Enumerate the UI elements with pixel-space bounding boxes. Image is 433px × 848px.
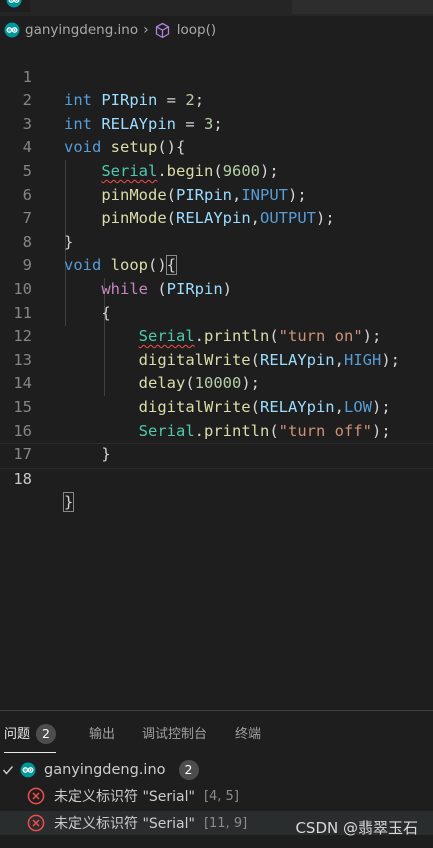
problem-message: 未定义标识符 "Serial" — [54, 789, 195, 805]
code-line[interactable]: 1 int PIRpin = 2; — [0, 42, 433, 110]
code-line[interactable]: 10 { — [0, 254, 433, 322]
tab-label: 输出 — [89, 727, 116, 742]
breadcrumb-file[interactable]: ganyingdeng.ino — [25, 22, 138, 38]
problem-count-badge: 2 — [178, 760, 199, 780]
error-circle-icon — [27, 814, 45, 832]
code-line[interactable]: 7 } — [0, 184, 433, 251]
code-line[interactable]: 9 while (PIRpin) — [0, 231, 433, 298]
problem-message: 未定义标识符 "Serial" — [54, 816, 195, 832]
check-chevron-icon[interactable] — [2, 764, 14, 776]
code-line[interactable]: 3 void setup(){ — [0, 89, 433, 157]
problem-file-name: ganyingdeng.ino — [44, 762, 166, 778]
method-cube-icon — [155, 22, 169, 38]
problem-item[interactable]: 未定义标识符 "Serial" [4, 5] — [0, 784, 433, 808]
arduino-icon — [20, 762, 36, 778]
problem-file-row[interactable]: ganyingdeng.ino 2 — [0, 758, 433, 782]
watermark: CSDN @翡翠玉石 — [295, 819, 418, 837]
arduino-icon — [6, 0, 22, 8]
code-line[interactable]: 6 pinMode(RELAYpin,OUTPUT); — [0, 160, 433, 228]
tab-label: 终端 — [235, 727, 262, 742]
tab-label: 调试控制台 — [142, 727, 208, 742]
error-circle-icon — [27, 787, 45, 805]
editor-tab[interactable] — [0, 0, 30, 12]
code-line[interactable]: 15 Serial.println("turn off"); — [0, 372, 433, 440]
code-line-current[interactable]: 18 } — [0, 443, 433, 513]
code-line[interactable]: 16 } — [0, 396, 433, 464]
problem-location: [11, 9] — [203, 815, 248, 831]
tab-terminal[interactable]: 终端 — [235, 721, 261, 749]
problem-location: [4, 5] — [203, 788, 239, 804]
tab-output[interactable]: 输出 — [89, 721, 115, 749]
code-line[interactable]: 2 int RELAYpin = 3; — [0, 66, 433, 133]
tab-debug-console[interactable]: 调试控制台 — [142, 721, 207, 749]
code-line[interactable]: 4 Serial.begin(9600); — [0, 113, 433, 180]
code-line[interactable]: 11 Serial.println("turn on"); — [0, 278, 433, 346]
code-line[interactable]: 5 pinMode(PIRpin,INPUT); — [0, 136, 433, 204]
matched-bracket: } — [62, 492, 75, 513]
problem-count-badge: 2 — [36, 724, 57, 744]
code-line[interactable]: 13 delay(10000); — [0, 325, 433, 393]
panel-tabs: 问题 2 输出 调试控制台 终端 — [0, 721, 433, 753]
arduino-icon — [4, 22, 20, 38]
editor-tab-strip-empty — [292, 0, 433, 14]
code-line[interactable]: 12 digitalWrite(RELAYpin,HIGH); — [0, 302, 433, 369]
breadcrumb: ganyingdeng.ino › loop() — [0, 18, 433, 42]
chevron-right-icon: › — [143, 22, 149, 38]
breadcrumb-symbol[interactable]: loop() — [177, 22, 216, 38]
editor-tab-strip — [0, 0, 433, 16]
tab-problems[interactable]: 问题 2 — [4, 721, 57, 753]
code-line[interactable]: 14 digitalWrite(RELAYpin,LOW); — [0, 349, 433, 416]
code-line[interactable]: 17 — [0, 420, 433, 463]
line-number: 18 — [13, 469, 32, 488]
tab-label: 问题 — [4, 727, 31, 742]
code-editor[interactable]: 1 int PIRpin = 2; 2 int RELAYpin = 3; 3 … — [0, 42, 433, 513]
code-line[interactable]: 8 void loop(){ — [0, 207, 433, 276]
